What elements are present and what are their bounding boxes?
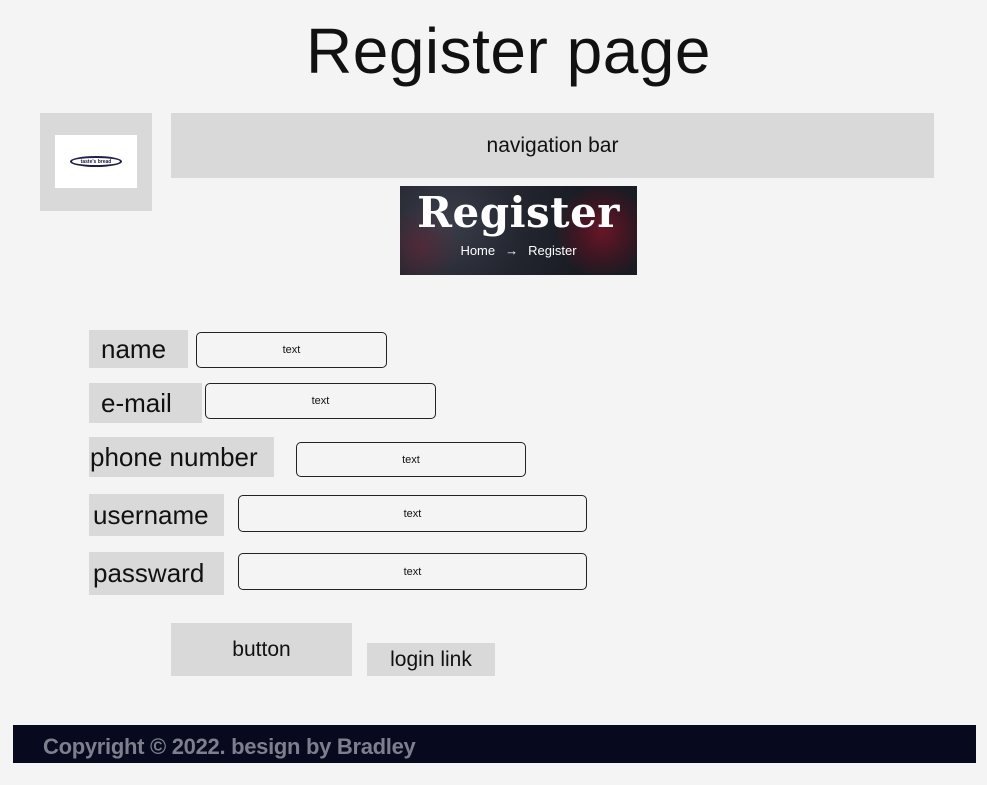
password-label: passward: [89, 552, 224, 595]
username-field[interactable]: [238, 495, 587, 532]
phone-number-field[interactable]: [296, 442, 526, 477]
arrow-right-icon: →: [505, 243, 519, 258]
login-link[interactable]: login link: [367, 643, 495, 676]
footer: Copyright © 2022. besign by Bradley: [13, 725, 976, 763]
breadcrumb: Home → Register: [400, 243, 637, 258]
submit-button[interactable]: button: [171, 623, 352, 676]
logo-box[interactable]: taste's bread: [40, 113, 152, 211]
name-label: name: [89, 330, 188, 368]
password-field[interactable]: [238, 553, 587, 590]
breadcrumb-home[interactable]: Home: [460, 243, 495, 258]
email-label: e-mail: [89, 383, 202, 423]
breadcrumb-current: Register: [528, 243, 577, 258]
navigation-bar[interactable]: navigation bar: [171, 113, 934, 178]
banner-title: Register: [417, 188, 620, 237]
name-field[interactable]: [196, 332, 387, 368]
username-label: username: [89, 494, 224, 536]
page-title: Register page: [306, 15, 711, 87]
email-field[interactable]: [205, 383, 436, 419]
logo-mark: taste's bread: [70, 156, 122, 167]
footer-copyright: Copyright © 2022. besign by Bradley: [43, 734, 416, 759]
register-banner: Register Home → Register: [400, 186, 637, 275]
phone-number-label: phone number: [89, 437, 274, 477]
logo: taste's bread: [55, 135, 137, 188]
